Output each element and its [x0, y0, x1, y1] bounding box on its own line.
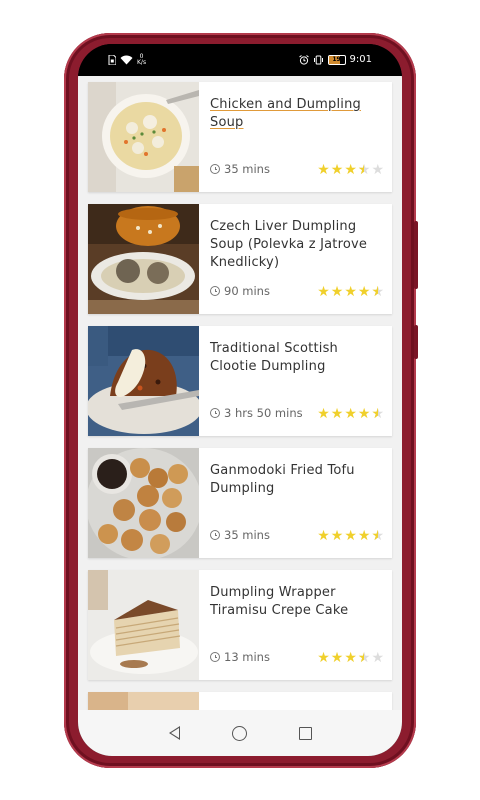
recipe-thumbnail[interactable] — [88, 692, 199, 710]
recipe-time: 13 mins — [210, 650, 270, 664]
chicken-dumpling-soup-photo — [88, 82, 199, 192]
sim-card-icon — [108, 55, 116, 65]
clock-icon — [210, 530, 220, 540]
recipe-card[interactable]: Traditional Scottish Clootie Dumpling 3 … — [88, 326, 392, 436]
recipe-time-value: 35 mins — [224, 528, 270, 542]
star-filled-icon: ★ — [330, 162, 344, 178]
clock-icon — [210, 164, 220, 174]
back-triangle-icon[interactable] — [168, 726, 180, 740]
network-speed-unit: K/s — [137, 59, 147, 66]
recipe-time-value: 35 mins — [224, 162, 270, 176]
vibrate-icon — [313, 55, 323, 64]
star-filled-icon: ★ — [317, 406, 330, 422]
star-half-icon: ★ — [358, 651, 371, 665]
recipe-time-value: 3 hrs 50 mins — [224, 406, 303, 420]
star-filled-icon: ★ — [317, 162, 330, 178]
recipe-card-partial[interactable] — [88, 692, 392, 710]
clock-icon — [210, 408, 220, 418]
recipe-thumbnail[interactable] — [88, 448, 199, 558]
star-filled-icon: ★ — [330, 406, 344, 422]
recipe-title[interactable]: Traditional Scottish Clootie Dumpling — [210, 340, 386, 376]
recipe-title[interactable]: Czech Liver Dumpling Soup (Polevka z Jat… — [210, 218, 386, 272]
network-speed: 0 K/s — [137, 54, 146, 66]
clock-icon — [210, 286, 220, 296]
star-filled-icon: ★ — [344, 650, 357, 666]
star-filled-icon: ★ — [357, 284, 371, 300]
recipe-card[interactable]: Chicken and Dumpling Soup 35 mins ★ ★ ★ … — [88, 82, 392, 192]
clock-icon — [210, 652, 220, 662]
recipe-time: 35 mins — [210, 528, 270, 542]
wifi-icon — [120, 55, 133, 65]
star-filled-icon: ★ — [317, 284, 330, 300]
star-empty-icon: ★ — [371, 650, 384, 666]
star-filled-icon: ★ — [330, 650, 344, 666]
recipe-card[interactable]: Ganmodoki Fried Tofu Dumpling 35 mins ★ … — [88, 448, 392, 558]
czech-liver-dumpling-soup-photo — [88, 204, 199, 314]
recipe-card[interactable]: Dumpling Wrapper Tiramisu Crepe Cake 13 … — [88, 570, 392, 680]
star-filled-icon: ★ — [344, 528, 357, 544]
star-half-icon: ★ — [371, 285, 384, 299]
fried-tofu-dumpling-photo — [88, 448, 199, 558]
rating-stars: ★ ★ ★ ★ ★ — [317, 285, 384, 299]
rating-stars: ★ ★ ★ ★ ★ — [317, 651, 384, 665]
recipe-thumbnail[interactable] — [88, 570, 199, 680]
star-half-icon: ★ — [371, 529, 384, 543]
recipe-time: 35 mins — [210, 162, 270, 176]
star-filled-icon: ★ — [344, 284, 357, 300]
battery-icon: 19 — [327, 54, 346, 65]
recipe-title[interactable]: Dumpling Wrapper Tiramisu Crepe Cake — [210, 584, 386, 620]
star-filled-icon: ★ — [330, 528, 344, 544]
star-empty-icon: ★ — [371, 162, 384, 178]
star-half-icon: ★ — [371, 407, 384, 421]
recipe-card[interactable]: Czech Liver Dumpling Soup (Polevka z Jat… — [88, 204, 392, 314]
recipe-thumbnail[interactable] — [88, 204, 199, 314]
star-half-icon: ★ — [358, 163, 371, 177]
clootie-dumpling-photo — [88, 326, 199, 436]
recipe-time: 90 mins — [210, 284, 270, 298]
recipe-title[interactable]: Chicken and Dumpling Soup — [210, 96, 386, 132]
phone-screen: 0 K/s 19 9:01 Chicken and Dumpling Soup … — [78, 44, 402, 756]
volume-button — [414, 221, 418, 289]
star-filled-icon: ★ — [317, 528, 330, 544]
next-recipe-photo — [88, 692, 199, 710]
star-filled-icon: ★ — [357, 528, 371, 544]
rating-stars: ★ ★ ★ ★ ★ — [317, 407, 384, 421]
tiramisu-crepe-cake-photo — [88, 570, 199, 680]
recipe-thumbnail[interactable] — [88, 82, 199, 192]
recipe-time-value: 13 mins — [224, 650, 270, 664]
recipe-title[interactable]: Ganmodoki Fried Tofu Dumpling — [210, 462, 386, 498]
rating-stars: ★ ★ ★ ★ ★ — [317, 163, 384, 177]
battery-level: 19 — [332, 55, 341, 63]
star-filled-icon: ★ — [330, 284, 344, 300]
rating-stars: ★ ★ ★ ★ ★ — [317, 529, 384, 543]
star-filled-icon: ★ — [344, 162, 357, 178]
recipe-time: 3 hrs 50 mins — [210, 406, 303, 420]
alarm-icon — [298, 54, 309, 65]
status-bar: 0 K/s 19 9:01 — [78, 44, 402, 76]
clock-time: 9:01 — [349, 54, 372, 65]
power-button — [414, 325, 418, 359]
home-circle-icon[interactable] — [231, 725, 247, 741]
system-navigation-bar — [78, 710, 402, 756]
recipe-thumbnail[interactable] — [88, 326, 199, 436]
recipe-time-value: 90 mins — [224, 284, 270, 298]
recipe-list[interactable]: Chicken and Dumpling Soup 35 mins ★ ★ ★ … — [78, 76, 402, 710]
star-filled-icon: ★ — [344, 406, 357, 422]
star-filled-icon: ★ — [357, 406, 371, 422]
recent-apps-square-icon[interactable] — [298, 726, 312, 740]
star-filled-icon: ★ — [317, 650, 330, 666]
